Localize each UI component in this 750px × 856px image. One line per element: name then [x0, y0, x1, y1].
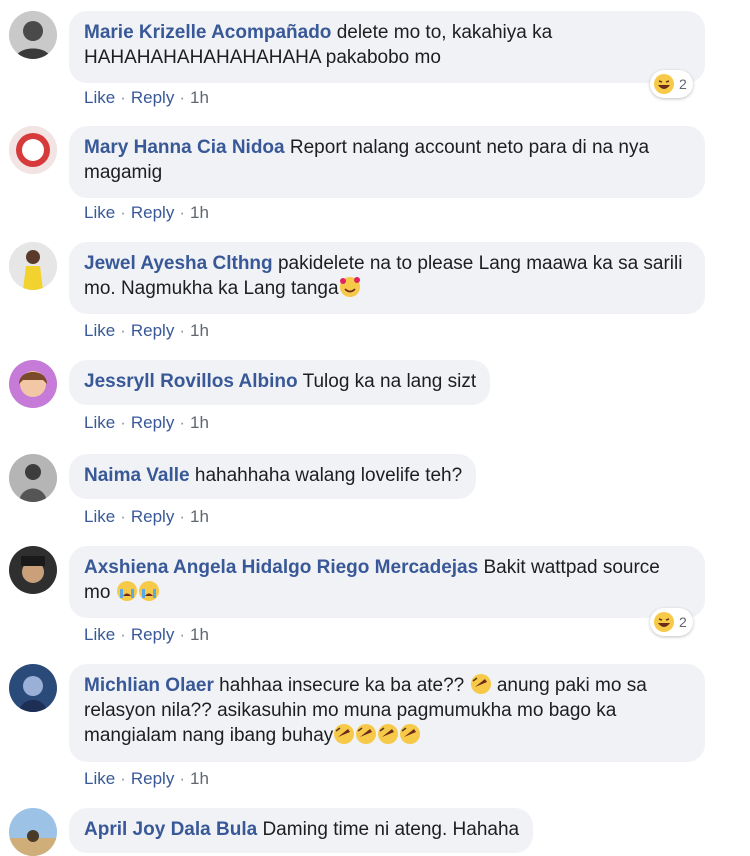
haha-emoji-icon [653, 611, 675, 633]
comment-bubble: Naima Valle hahahhaha walang lovelife te… [69, 454, 477, 499]
comment-author[interactable]: Mary Hanna Cia Nidoa [84, 137, 285, 158]
rofl-emoji-icon [377, 723, 399, 745]
like-link[interactable]: Like [84, 769, 115, 788]
separator-dot: · [179, 321, 185, 340]
like-link[interactable]: Like [84, 321, 115, 340]
like-link[interactable]: Like [84, 203, 115, 222]
comment-time[interactable]: 1h [190, 507, 209, 526]
comment-time[interactable]: 1h [190, 203, 209, 222]
comment-actions: Like · Reply · 1h [84, 321, 209, 341]
comment-time[interactable]: 1h [190, 413, 209, 432]
comment-actions: Like · Reply · 1h [84, 413, 209, 433]
separator-dot: · [179, 203, 185, 222]
avatar[interactable] [9, 242, 57, 290]
comment-time[interactable]: 1h [190, 625, 209, 644]
avatar[interactable] [9, 808, 57, 856]
rofl-emoji-icon [470, 673, 492, 695]
comment-text: Tulog ka na lang sizt [302, 371, 477, 392]
like-link[interactable]: Like [84, 507, 115, 526]
comment-text: hahhaa insecure ka ba ate?? [219, 675, 465, 696]
reply-link[interactable]: Reply [131, 507, 174, 526]
separator-dot: · [179, 413, 185, 432]
comment-author[interactable]: Jewel Ayesha Clthng [84, 253, 273, 274]
reaction-badge[interactable]: 2 [650, 608, 693, 636]
comment-bubble: Axshiena Angela Hidalgo Riego Mercadejas… [69, 546, 705, 618]
separator-dot: · [120, 203, 126, 222]
reaction-count: 2 [679, 76, 687, 92]
comment-actions: Like · Reply · 1h [84, 507, 209, 527]
comment-actions: Like · Reply · 1h [84, 203, 209, 223]
comment-author[interactable]: Jessryll Rovillos Albino [84, 371, 298, 392]
reply-link[interactable]: Reply [131, 203, 174, 222]
reaction-count: 2 [679, 614, 687, 630]
separator-dot: · [179, 88, 185, 107]
avatar[interactable] [9, 11, 57, 59]
comment-text: hahahhaha walang lovelife teh? [194, 465, 463, 486]
avatar[interactable] [9, 454, 57, 502]
rofl-emoji-icon [399, 723, 421, 745]
comment-actions: Like · Reply · 1h [84, 88, 209, 108]
comment-bubble: Jewel Ayesha Clthng pakidelete na to ple… [69, 242, 705, 314]
separator-dot: · [120, 625, 126, 644]
comment-author[interactable]: Michlian Olaer [84, 675, 214, 696]
reply-link[interactable]: Reply [131, 625, 174, 644]
crying-emoji-icon [116, 580, 138, 602]
smiling-hearts-emoji-icon [339, 276, 361, 298]
comment-bubble: Jessryll Rovillos Albino Tulog ka na lan… [69, 360, 491, 405]
rofl-emoji-icon [333, 723, 355, 745]
comment-author[interactable]: Naima Valle [84, 465, 190, 486]
reaction-badge[interactable]: 2 [650, 70, 693, 98]
separator-dot: · [120, 413, 126, 432]
like-link[interactable]: Like [84, 625, 115, 644]
avatar[interactable] [9, 126, 57, 174]
separator-dot: · [120, 769, 126, 788]
reply-link[interactable]: Reply [131, 321, 174, 340]
separator-dot: · [179, 507, 185, 526]
separator-dot: · [179, 625, 185, 644]
separator-dot: · [120, 321, 126, 340]
reply-link[interactable]: Reply [131, 88, 174, 107]
avatar[interactable] [9, 360, 57, 408]
comment-time[interactable]: 1h [190, 769, 209, 788]
like-link[interactable]: Like [84, 413, 115, 432]
comment-bubble: April Joy Dala Bula Daming time ni ateng… [69, 808, 534, 853]
avatar[interactable] [9, 664, 57, 712]
reply-link[interactable]: Reply [131, 769, 174, 788]
avatar[interactable] [9, 546, 57, 594]
reply-link[interactable]: Reply [131, 413, 174, 432]
comment-bubble: Michlian Olaer hahhaa insecure ka ba ate… [69, 664, 705, 762]
comment-author[interactable]: April Joy Dala Bula [84, 819, 257, 840]
rofl-emoji-icon [355, 723, 377, 745]
comment-bubble: Mary Hanna Cia Nidoa Report nalang accou… [69, 126, 705, 198]
haha-emoji-icon [653, 73, 675, 95]
comment-time[interactable]: 1h [190, 321, 209, 340]
separator-dot: · [120, 88, 126, 107]
separator-dot: · [179, 769, 185, 788]
like-link[interactable]: Like [84, 88, 115, 107]
comment-bubble: Marie Krizelle Acompañado delete mo to, … [69, 11, 705, 83]
comment-author[interactable]: Axshiena Angela Hidalgo Riego Mercadejas [84, 557, 478, 578]
comment-author[interactable]: Marie Krizelle Acompañado [84, 22, 331, 43]
comment-actions: Like · Reply · 1h [84, 625, 209, 645]
comment-text: Daming time ni ateng. Hahaha [262, 819, 520, 840]
comment-time[interactable]: 1h [190, 88, 209, 107]
comment-actions: Like · Reply · 1h [84, 769, 209, 789]
separator-dot: · [120, 507, 126, 526]
crying-emoji-icon [138, 580, 160, 602]
